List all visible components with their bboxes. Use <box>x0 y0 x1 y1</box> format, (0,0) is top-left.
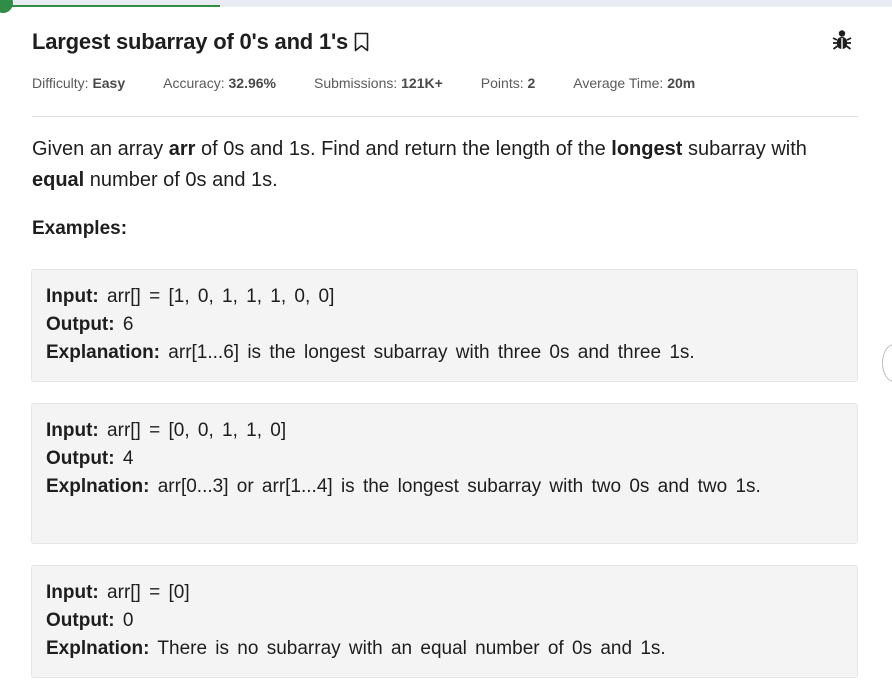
problem-statement: Given an array arr of 0s and 1s. Find an… <box>32 138 807 191</box>
bug-icon[interactable] <box>832 29 852 51</box>
problem-header: Largest subarray of 0's and 1's <box>32 27 369 57</box>
submissions-meta: Submissions: 121K+ <box>313 75 443 91</box>
example-input: Input: arr[] = [0, 0, 1, 1, 0] <box>46 420 287 441</box>
header-divider <box>32 116 858 117</box>
accuracy-value: 32.96% <box>228 75 276 91</box>
bookmark-icon[interactable] <box>354 32 369 52</box>
problem-meta: Difficulty: Easy Accuracy: 32.96% Submis… <box>32 75 733 91</box>
points-meta: Points: 2 <box>480 75 536 91</box>
top-progress-bar <box>0 5 220 7</box>
example-output: Output: 6 <box>46 314 134 335</box>
example-input: Input: arr[] = [0] <box>46 582 190 603</box>
example-block: Input: arr[] = [0, 0, 1, 1, 0] Output: 4… <box>31 403 858 544</box>
accuracy-meta: Accuracy: 32.96% <box>163 75 276 91</box>
example-explanation: Explnation: arr[0...3] or arr[1...4] is … <box>46 476 761 497</box>
example-block: Input: arr[] = [1, 0, 1, 1, 1, 0, 0] Out… <box>31 269 858 382</box>
difficulty-meta: Difficulty: Easy <box>32 75 126 91</box>
problem-title: Largest subarray of 0's and 1's <box>32 29 349 54</box>
example-block: Input: arr[] = [0] Output: 0 Explnation:… <box>31 565 858 678</box>
points-value: 2 <box>527 75 536 91</box>
average-time-meta: Average Time: 20m <box>573 75 696 91</box>
status-dot <box>0 0 13 13</box>
difficulty-value: Easy <box>92 75 126 91</box>
submissions-value: 121K+ <box>401 75 443 91</box>
examples-heading: Examples: <box>32 218 128 239</box>
example-input: Input: arr[] = [1, 0, 1, 1, 1, 0, 0] <box>46 286 335 307</box>
average-time-value: 20m <box>667 75 696 91</box>
example-explanation: Explnation: There is no subarray with an… <box>46 638 666 659</box>
panel-resize-handle[interactable] <box>882 344 892 382</box>
example-explanation: Explanation: arr[1...6] is the longest s… <box>46 342 695 363</box>
example-output: Output: 4 <box>46 448 134 469</box>
example-output: Output: 0 <box>46 610 134 631</box>
